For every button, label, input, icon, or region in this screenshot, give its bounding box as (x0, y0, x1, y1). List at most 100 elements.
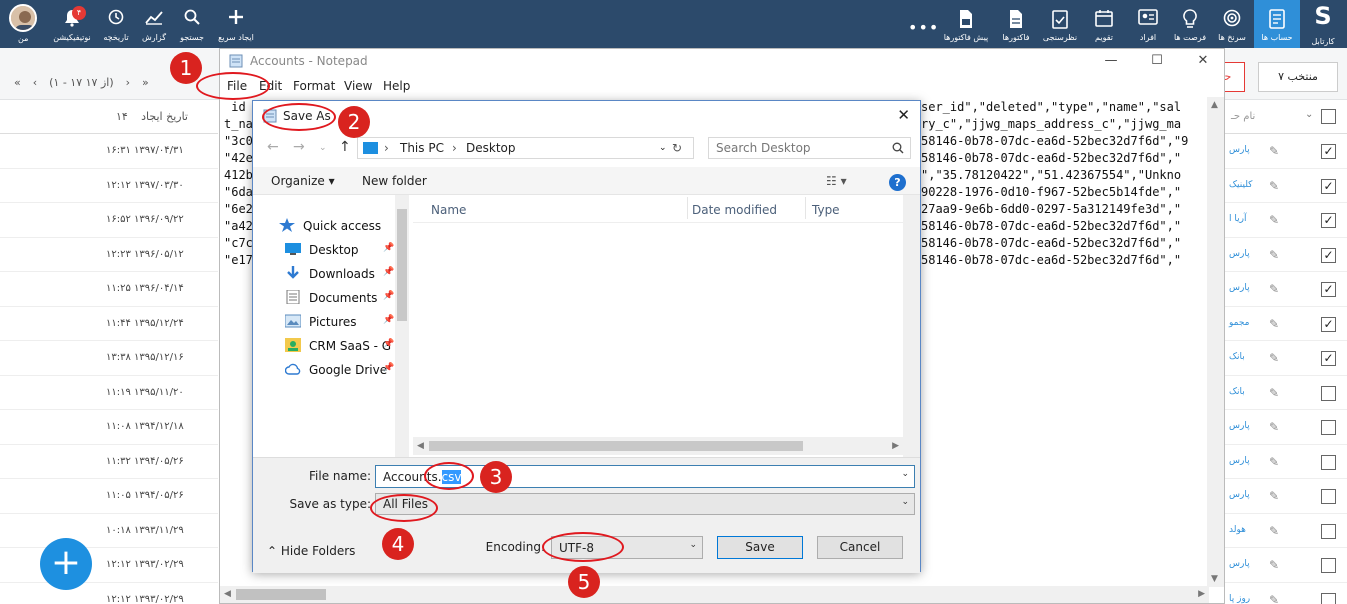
chevron-down-icon[interactable]: ⌄ (901, 497, 909, 507)
scroll-right-icon[interactable]: ▶ (892, 441, 899, 451)
nav-item-downloads[interactable]: Downloads 📌 (285, 263, 407, 285)
chevron-down-icon[interactable]: ⌄ (1305, 109, 1313, 120)
row-checkbox[interactable] (1321, 420, 1336, 435)
address-box[interactable]: › This PC › Desktop ⌄ (357, 137, 694, 159)
row-checkbox[interactable] (1321, 523, 1336, 539)
pencil-edit-icon[interactable]: ✎ (1269, 420, 1279, 434)
pager-next-icon[interactable]: › (126, 76, 130, 89)
table-row[interactable]: پارس ✎ (1225, 445, 1347, 479)
table-row[interactable]: روز پا ✎ (1225, 583, 1347, 604)
chevron-right-icon[interactable]: › (384, 141, 389, 155)
chevron-down-icon[interactable]: ⌄ (689, 540, 697, 550)
selected-button[interactable]: ۷ منتخب (1258, 62, 1338, 92)
menu-format[interactable]: Format (293, 79, 335, 93)
account-name-link[interactable]: بانک (1229, 387, 1245, 397)
select-all-checkbox[interactable] (1321, 109, 1336, 124)
table-row[interactable]: آریا ا ✎ ✓ (1225, 203, 1347, 238)
pencil-edit-icon[interactable]: ✎ (1269, 524, 1279, 538)
nav-notifications[interactable]: نوتیفیکیشن (52, 0, 92, 48)
table-row[interactable]: پارس ✎ ✓ (1225, 272, 1347, 307)
row-checkbox[interactable]: ✓ (1321, 247, 1336, 263)
account-name-link[interactable]: پارس (1229, 421, 1250, 431)
table-row[interactable]: مجمو ✎ ✓ (1225, 307, 1347, 341)
column-type[interactable]: Type (812, 203, 840, 217)
column-date-modified[interactable]: Date modified (692, 203, 777, 217)
table-row[interactable]: پارس ✎ (1225, 479, 1347, 514)
help-icon[interactable]: ? (889, 174, 906, 191)
close-button[interactable]: ✕ (1181, 51, 1225, 71)
table-row[interactable]: پارس ✎ ✓ (1225, 238, 1347, 272)
row-checkbox[interactable] (1321, 558, 1336, 573)
scroll-thumb[interactable] (236, 589, 326, 600)
maximize-button[interactable]: ☐ (1135, 51, 1179, 71)
chevron-down-icon[interactable]: ⌄ (319, 143, 327, 153)
chevron-down-icon[interactable]: ⌄ (659, 143, 667, 153)
scroll-up-icon[interactable]: ▲ (1211, 100, 1218, 110)
row-checkbox[interactable]: ✓ (1321, 178, 1336, 194)
table-row[interactable]: پارس ✎ (1225, 548, 1347, 583)
pencil-edit-icon[interactable]: ✎ (1269, 317, 1279, 331)
vertical-scrollbar[interactable]: ▲ ▼ (1207, 97, 1224, 587)
table-row[interactable]: پارس ✎ ✓ (1225, 134, 1347, 169)
organize-button[interactable]: Organize ▾ (271, 174, 335, 188)
pin-icon[interactable]: 📌 (383, 291, 394, 301)
table-row[interactable]: بانک ✎ (1225, 376, 1347, 410)
pencil-edit-icon[interactable]: ✎ (1269, 179, 1279, 193)
menu-help[interactable]: Help (383, 79, 410, 93)
close-icon[interactable]: ✕ (897, 106, 910, 124)
account-name-link[interactable]: پارس (1229, 283, 1250, 293)
hide-folders-button[interactable]: ⌃ Hide Folders (267, 544, 355, 558)
pencil-edit-icon[interactable]: ✎ (1269, 489, 1279, 503)
scroll-thumb[interactable] (429, 441, 803, 451)
nav-pre-invoices[interactable]: پیش فاکتورها (944, 0, 988, 48)
row-checkbox[interactable]: ✓ (1321, 144, 1336, 159)
pencil-edit-icon[interactable]: ✎ (1269, 558, 1279, 572)
account-name-link[interactable]: کلینیک (1229, 180, 1252, 190)
pencil-edit-icon[interactable]: ✎ (1269, 213, 1279, 227)
table-row[interactable]: پارس ✎ (1225, 410, 1347, 445)
breadcrumb-desktop[interactable]: Desktop (466, 141, 516, 155)
scroll-down-icon[interactable]: ▼ (1211, 574, 1218, 584)
pager-last-icon[interactable]: » (142, 76, 149, 89)
refresh-icon[interactable]: ↻ (672, 141, 682, 155)
save-type-select[interactable]: All Files ⌄ (375, 493, 915, 515)
chevron-right-icon[interactable]: › (452, 141, 457, 155)
pager-first-icon[interactable]: « (14, 76, 21, 89)
search-input[interactable]: Search Desktop (708, 137, 911, 159)
back-arrow-icon[interactable]: ← (267, 139, 279, 155)
minimize-button[interactable]: — (1089, 51, 1133, 71)
scroll-thumb[interactable] (397, 209, 407, 321)
row-checkbox[interactable]: ✓ (1321, 351, 1336, 366)
pencil-edit-icon[interactable]: ✎ (1269, 248, 1279, 262)
account-name-link[interactable]: آریا ا (1229, 214, 1246, 224)
nav-item-desktop[interactable]: Desktop 📌 (285, 239, 407, 261)
account-name-link[interactable]: پارس (1229, 456, 1250, 466)
file-list-vscrollbar[interactable] (903, 195, 920, 457)
column-divider[interactable] (687, 197, 688, 219)
more-menu-button[interactable]: ••• (908, 18, 939, 37)
account-name-link[interactable]: پارس (1229, 145, 1250, 155)
nav-invoices[interactable]: فاکتورها (996, 0, 1036, 48)
row-checkbox[interactable] (1321, 592, 1336, 604)
pin-icon[interactable]: 📌 (383, 267, 394, 277)
account-name-link[interactable]: هولد (1229, 525, 1246, 535)
nav-item-google-drive[interactable]: Google Drive 📌 (285, 359, 407, 381)
nav-scrollbar[interactable] (395, 195, 409, 457)
scroll-right-icon[interactable]: ▶ (1198, 589, 1205, 599)
nav-item-quick-access[interactable]: Quick access (279, 215, 401, 237)
account-name-link[interactable]: روز پا (1229, 594, 1250, 604)
nav-item-crm-saas-g[interactable]: CRM SaaS - G 📌 (285, 335, 407, 357)
pencil-edit-icon[interactable]: ✎ (1269, 593, 1279, 604)
breadcrumb-this-pc[interactable]: This PC (400, 141, 444, 155)
row-checkbox[interactable] (1321, 489, 1336, 504)
chevron-down-icon[interactable]: ⌄ (901, 469, 909, 479)
table-row[interactable]: بانک ✎ ✓ (1225, 341, 1347, 376)
pin-icon[interactable]: 📌 (383, 363, 394, 373)
column-divider[interactable] (805, 197, 806, 219)
pencil-edit-icon[interactable]: ✎ (1269, 144, 1279, 158)
row-checkbox[interactable] (1321, 454, 1336, 470)
pager-prev-icon[interactable]: ‹ (33, 76, 37, 89)
table-row[interactable]: هولد ✎ (1225, 514, 1347, 548)
file-list-hscrollbar[interactable]: ◀ ▶ (413, 437, 903, 455)
scroll-left-icon[interactable]: ◀ (417, 441, 424, 451)
